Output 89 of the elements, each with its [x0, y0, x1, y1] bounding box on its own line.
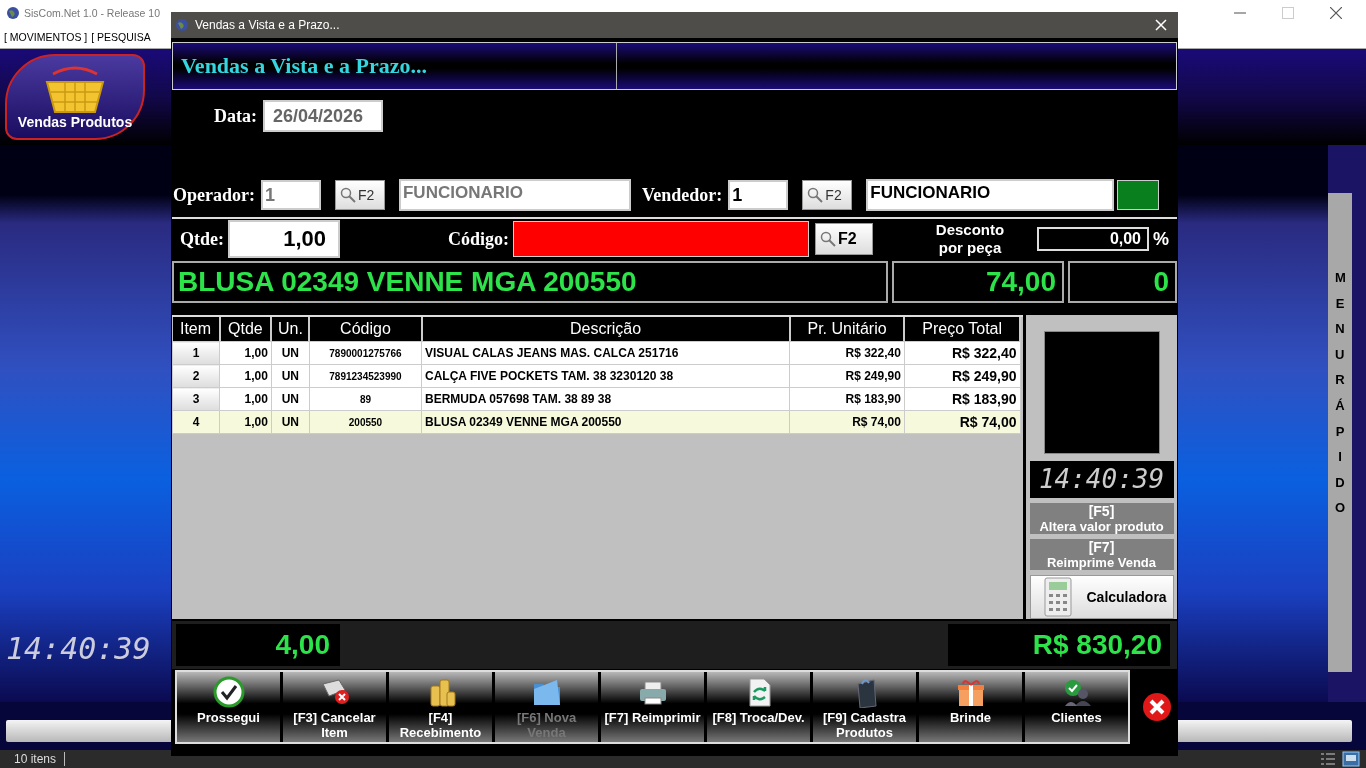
column-header: Qtde — [219, 317, 272, 342]
preview-view-icon — [1342, 751, 1360, 767]
action-button[interactable]: Brinde — [919, 672, 1022, 742]
minimize-icon — [1234, 12, 1246, 14]
menu-item[interactable]: [ MOVIMENTOS ] — [4, 31, 88, 43]
total-amount: R$ 830,20 — [948, 624, 1170, 666]
row-number: 1 — [172, 341, 220, 365]
table-cell: R$ 322,40 — [789, 341, 905, 365]
toolbar-button[interactable]: Vendas Produtos — [5, 54, 145, 140]
action-button[interactable]: [F3] Cancelar Item — [283, 672, 386, 742]
date-label: Data: — [214, 105, 257, 127]
table-cell: BLUSA 02349 VENNE MGA 200550 — [421, 410, 790, 434]
table-cell: 1,00 — [219, 341, 272, 365]
maximize-icon — [1282, 7, 1294, 19]
status-text: 10 itens — [14, 752, 66, 766]
seller-name-field: FUNCIONARIO — [866, 179, 1115, 211]
table-cell: R$ 183,90 — [789, 387, 905, 411]
row-number: 2 — [172, 364, 220, 388]
seller-field[interactable]: 1 — [728, 180, 789, 210]
search-icon — [820, 231, 836, 247]
column-header: Preço Total — [904, 317, 1020, 342]
table-cell: BERMUDA 057698 TAM. 38 89 38 — [421, 387, 790, 411]
lookup-button[interactable]: F2 — [815, 223, 873, 255]
discount-field[interactable]: 0,00 — [1037, 227, 1149, 251]
column-header: Un. — [271, 317, 310, 342]
function-button[interactable]: [F7] Reimprime Venda — [1029, 539, 1174, 570]
column-header: Descrição — [421, 317, 790, 342]
dialog-title: Vendas a Vista e a Prazo... — [195, 18, 340, 32]
date-field[interactable]: 26/04/2026 — [263, 100, 383, 132]
status-indicator — [1117, 180, 1160, 210]
calculator-button[interactable]: Calculadora — [1029, 575, 1174, 619]
lookup-button[interactable]: F2 — [335, 180, 385, 210]
basket-icon — [43, 66, 107, 114]
code-label: Código: — [448, 228, 509, 250]
row-number: 4 — [172, 410, 220, 434]
table-cell: 7890001275766 — [309, 341, 422, 365]
table-cell: 89 — [309, 387, 422, 411]
action-button[interactable]: Prossegui — [177, 672, 280, 742]
count-display: 0 — [1068, 261, 1177, 303]
menu-item[interactable]: [ PESQUISA — [91, 31, 151, 43]
row-number: 3 — [172, 387, 220, 411]
quantity-field[interactable]: 1,00 — [228, 220, 340, 258]
details-view-icon — [1320, 752, 1336, 766]
table-cell: R$ 322,40 — [904, 341, 1020, 365]
table-cell: R$ 74,00 — [904, 410, 1020, 434]
discount-label: Desconto por peça — [934, 221, 1006, 257]
calculator-icon — [1042, 577, 1073, 617]
operator-field[interactable]: 1 — [261, 180, 321, 210]
side-menu[interactable]: MENU RÁPIDO — [1328, 193, 1352, 672]
table-cell: CALÇA FIVE POCKETS TAM. 38 3230120 38 — [421, 364, 790, 388]
close-icon[interactable] — [1154, 18, 1168, 32]
column-header: Item — [172, 317, 220, 342]
action-button[interactable]: Clientes — [1025, 672, 1128, 742]
operator-label: Operador: — [173, 184, 255, 206]
action-button[interactable]: [F7] Reimprimir — [601, 672, 704, 742]
action-button[interactable]: [F9] Cadastra Produtos — [813, 672, 916, 742]
clock: 14:40:39 — [6, 631, 151, 666]
close-icon — [1330, 7, 1342, 19]
function-button[interactable]: [F5] Altera valor produto — [1029, 503, 1174, 534]
heading: Vendas a Vista e a Prazo... — [173, 43, 617, 89]
operator-name-field: FUNCIONARIO — [399, 179, 631, 211]
quantity-label: Qtde: — [180, 228, 224, 250]
table-cell: 200550 — [309, 410, 422, 434]
action-button[interactable]: [F8] Troca/Dev. — [707, 672, 810, 742]
globe-icon — [175, 18, 189, 32]
globe-icon — [6, 6, 20, 20]
clock: 14:40:39 — [1029, 461, 1174, 498]
product-description: BLUSA 02349 VENNE MGA 200550 — [172, 261, 888, 303]
close-icon[interactable] — [1142, 692, 1172, 722]
table-cell: R$ 183,90 — [904, 387, 1020, 411]
search-icon — [807, 187, 824, 203]
table-cell: VISUAL CALAS JEANS MAS. CALCA 251716 — [421, 341, 790, 365]
table-cell: R$ 249,90 — [904, 364, 1020, 388]
code-field[interactable] — [513, 221, 809, 257]
column-header: Código — [309, 317, 422, 342]
seller-label: Vendedor: — [642, 184, 723, 206]
product-price: 74,00 — [892, 261, 1064, 303]
lookup-button[interactable]: F2 — [802, 180, 853, 210]
table-cell: R$ 74,00 — [789, 410, 905, 434]
table-cell: UN — [271, 341, 310, 365]
check-icon — [212, 676, 245, 708]
table-cell: 7891234523990 — [309, 364, 422, 388]
action-button[interactable]: [F4] Recebimento — [389, 672, 492, 742]
search-icon — [340, 187, 356, 203]
percent-sign: % — [1153, 228, 1170, 250]
column-header: Pr. Unitário — [789, 317, 905, 342]
total-quantity: 4,00 — [176, 624, 340, 666]
table-cell: R$ 249,90 — [789, 364, 905, 388]
window-title: SisCom.Net 1.0 - Release 10 — [24, 7, 160, 19]
